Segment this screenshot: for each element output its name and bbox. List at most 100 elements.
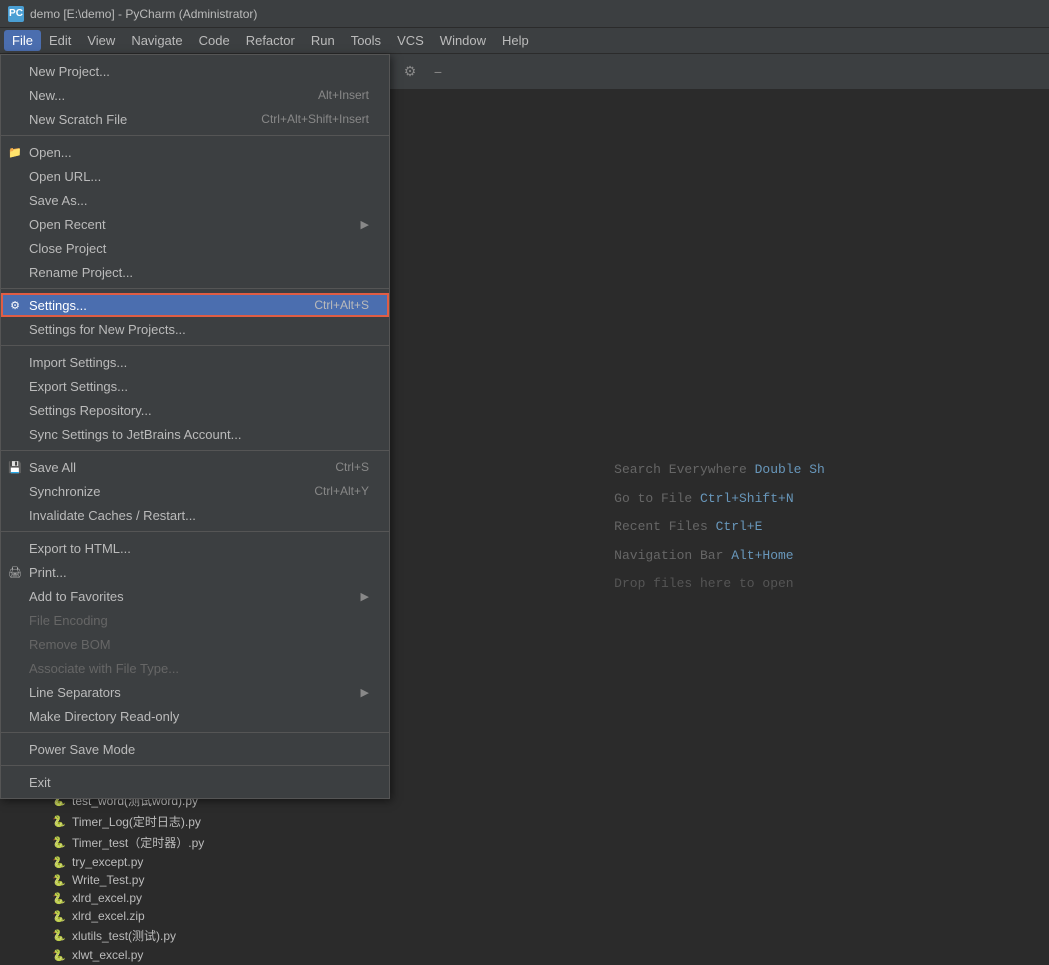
menu-item-close-project[interactable]: Close Project [1, 236, 389, 260]
menu-item-label: Remove BOM [29, 637, 111, 652]
file-icon: 🐍 [52, 891, 66, 905]
menu-item-associate-file-type: Associate with File Type... [1, 656, 389, 680]
save-icon: 💾 [7, 459, 23, 475]
menu-item-label: Close Project [29, 241, 106, 256]
folder-icon: 📁 [7, 144, 23, 160]
menu-bar-item-vcs[interactable]: VCS [389, 30, 432, 51]
menu-separator [1, 531, 389, 532]
menu-item-label: New... [29, 88, 65, 103]
menu-item-label: Import Settings... [29, 355, 127, 370]
menu-item-exit[interactable]: Exit [1, 770, 389, 794]
menu-item-label: Settings... [29, 298, 87, 313]
menu-item-export-settings[interactable]: Export Settings... [1, 374, 389, 398]
menu-bar-item-tools[interactable]: Tools [343, 30, 389, 51]
menu-item-label: New Project... [29, 64, 110, 79]
menu-item-rename-project[interactable]: Rename Project... [1, 260, 389, 284]
file-icon: 🐍 [52, 855, 66, 869]
print-icon: 🖨 [7, 564, 23, 580]
gear-icon: ⚙ [7, 297, 23, 313]
menu-item-label: Export Settings... [29, 379, 128, 394]
menu-item-label: New Scratch File [29, 112, 127, 127]
menu-bar-item-help[interactable]: Help [494, 30, 537, 51]
menu-bar-item-view[interactable]: View [79, 30, 123, 51]
menu-item-open[interactable]: 📁Open... [1, 140, 389, 164]
menu-item-label: Settings Repository... [29, 403, 152, 418]
file-menu: New Project...New...Alt+InsertNew Scratc… [0, 54, 390, 799]
menu-item-add-favorites[interactable]: Add to Favorites▶ [1, 584, 389, 608]
menu-item-label: Settings for New Projects... [29, 322, 186, 337]
menu-item-print[interactable]: 🖨 Print... [1, 560, 389, 584]
menu-item-label: Synchronize [29, 484, 101, 499]
menu-item-export-html[interactable]: Export to HTML... [1, 536, 389, 560]
menu-item-sync-settings[interactable]: Sync Settings to JetBrains Account... [1, 422, 389, 446]
menu-item-settings-repository[interactable]: Settings Repository... [1, 398, 389, 422]
minimize-button[interactable]: − [426, 60, 450, 84]
menu-item-power-save-mode[interactable]: Power Save Mode [1, 737, 389, 761]
menu-item-synchronize[interactable]: SynchronizeCtrl+Alt+Y [1, 479, 389, 503]
submenu-arrow-icon: ▶ [361, 590, 369, 603]
menu-bar-item-edit[interactable]: Edit [41, 30, 79, 51]
menu-separator [1, 345, 389, 346]
file-tree-item[interactable]: 🐍xlrd_excel.py [0, 889, 390, 907]
menu-item-label: Power Save Mode [29, 742, 135, 757]
menu-separator [1, 288, 389, 289]
menu-item-invalidate-caches[interactable]: Invalidate Caches / Restart... [1, 503, 389, 527]
submenu-arrow-icon: ▶ [361, 218, 369, 231]
menu-item-shortcut: Ctrl+Alt+S [314, 298, 369, 312]
file-tree-item[interactable]: 🐍Timer_Log(定时日志).py [0, 811, 390, 832]
file-tree-item[interactable]: 🐍xlutils_test(测试).py [0, 925, 390, 946]
menu-item-import-settings[interactable]: Import Settings... [1, 350, 389, 374]
menu-item-new[interactable]: New...Alt+Insert [1, 83, 389, 107]
menu-item-label: Open URL... [29, 169, 101, 184]
app-icon: PC [8, 6, 24, 22]
file-tree-item[interactable]: 🐍xlwt_excel.py [0, 946, 390, 964]
menu-item-open-url[interactable]: Open URL... [1, 164, 389, 188]
hint-key: Ctrl+Shift+N [700, 491, 794, 506]
menu-bar-item-code[interactable]: Code [191, 30, 238, 51]
menu-separator [1, 450, 389, 451]
file-icon: 🐍 [52, 815, 66, 829]
menu-item-make-dir-readonly[interactable]: Make Directory Read-only [1, 704, 389, 728]
menu-bar: FileEditViewNavigateCodeRefactorRunTools… [0, 28, 1049, 54]
menu-bar-item-run[interactable]: Run [303, 30, 343, 51]
editor-area: ⚙ − Search Everywhere Double ShGo to Fil… [390, 54, 1049, 965]
menu-bar-item-file[interactable]: File [4, 30, 41, 51]
file-name: Timer_test（定时器）.py [72, 834, 204, 851]
menu-item-label: Line Separators [29, 685, 121, 700]
menu-item-save-all[interactable]: 💾Save AllCtrl+S [1, 455, 389, 479]
file-icon: 🐍 [52, 873, 66, 887]
menu-separator [1, 732, 389, 733]
gear-button[interactable]: ⚙ [398, 60, 422, 84]
hint-label: Recent Files [614, 519, 715, 534]
welcome-hint-line: Search Everywhere Double Sh [614, 456, 825, 485]
menu-item-settings-new-projects[interactable]: Settings for New Projects... [1, 317, 389, 341]
menu-bar-item-navigate[interactable]: Navigate [123, 30, 190, 51]
menu-item-line-separators[interactable]: Line Separators▶ [1, 680, 389, 704]
menu-item-shortcut: Ctrl+Alt+Shift+Insert [261, 112, 369, 126]
file-icon: 🐍 [52, 836, 66, 850]
hint-label: Navigation Bar [614, 548, 731, 563]
welcome-hint-line: Navigation Bar Alt+Home [614, 542, 825, 571]
menu-item-remove-bom: Remove BOM [1, 632, 389, 656]
file-tree-item[interactable]: 🐍try_except.py [0, 853, 390, 871]
menu-item-new-project[interactable]: New Project... [1, 59, 389, 83]
menu-bar-item-refactor[interactable]: Refactor [238, 30, 303, 51]
menu-item-label: Save As... [29, 193, 88, 208]
file-tree-item[interactable]: 🐍xlrd_excel.zip [0, 907, 390, 925]
menu-bar-item-window[interactable]: Window [432, 30, 494, 51]
file-name: xlwt_excel.py [72, 948, 143, 962]
menu-item-shortcut: Ctrl+S [335, 460, 369, 474]
menu-item-open-recent[interactable]: Open Recent▶ [1, 212, 389, 236]
menu-item-settings[interactable]: ⚙ Settings... Ctrl+Alt+S [1, 293, 389, 317]
title-text: demo [E:\demo] - PyCharm (Administrator) [30, 7, 257, 21]
welcome-hints: Search Everywhere Double ShGo to File Ct… [614, 456, 825, 599]
menu-separator [1, 765, 389, 766]
menu-item-label: Print... [29, 565, 67, 580]
editor-content: Search Everywhere Double ShGo to File Ct… [390, 90, 1049, 965]
file-tree-item[interactable]: 🐍 Timer_test（定时器）.py [0, 832, 390, 853]
menu-item-new-scratch-file[interactable]: New Scratch File Ctrl+Alt+Shift+Insert [1, 107, 389, 131]
file-icon: 🐍 [52, 929, 66, 943]
hint-key: Double Sh [755, 462, 825, 477]
file-tree-item[interactable]: 🐍Write_Test.py [0, 871, 390, 889]
menu-item-save-as[interactable]: Save As... [1, 188, 389, 212]
